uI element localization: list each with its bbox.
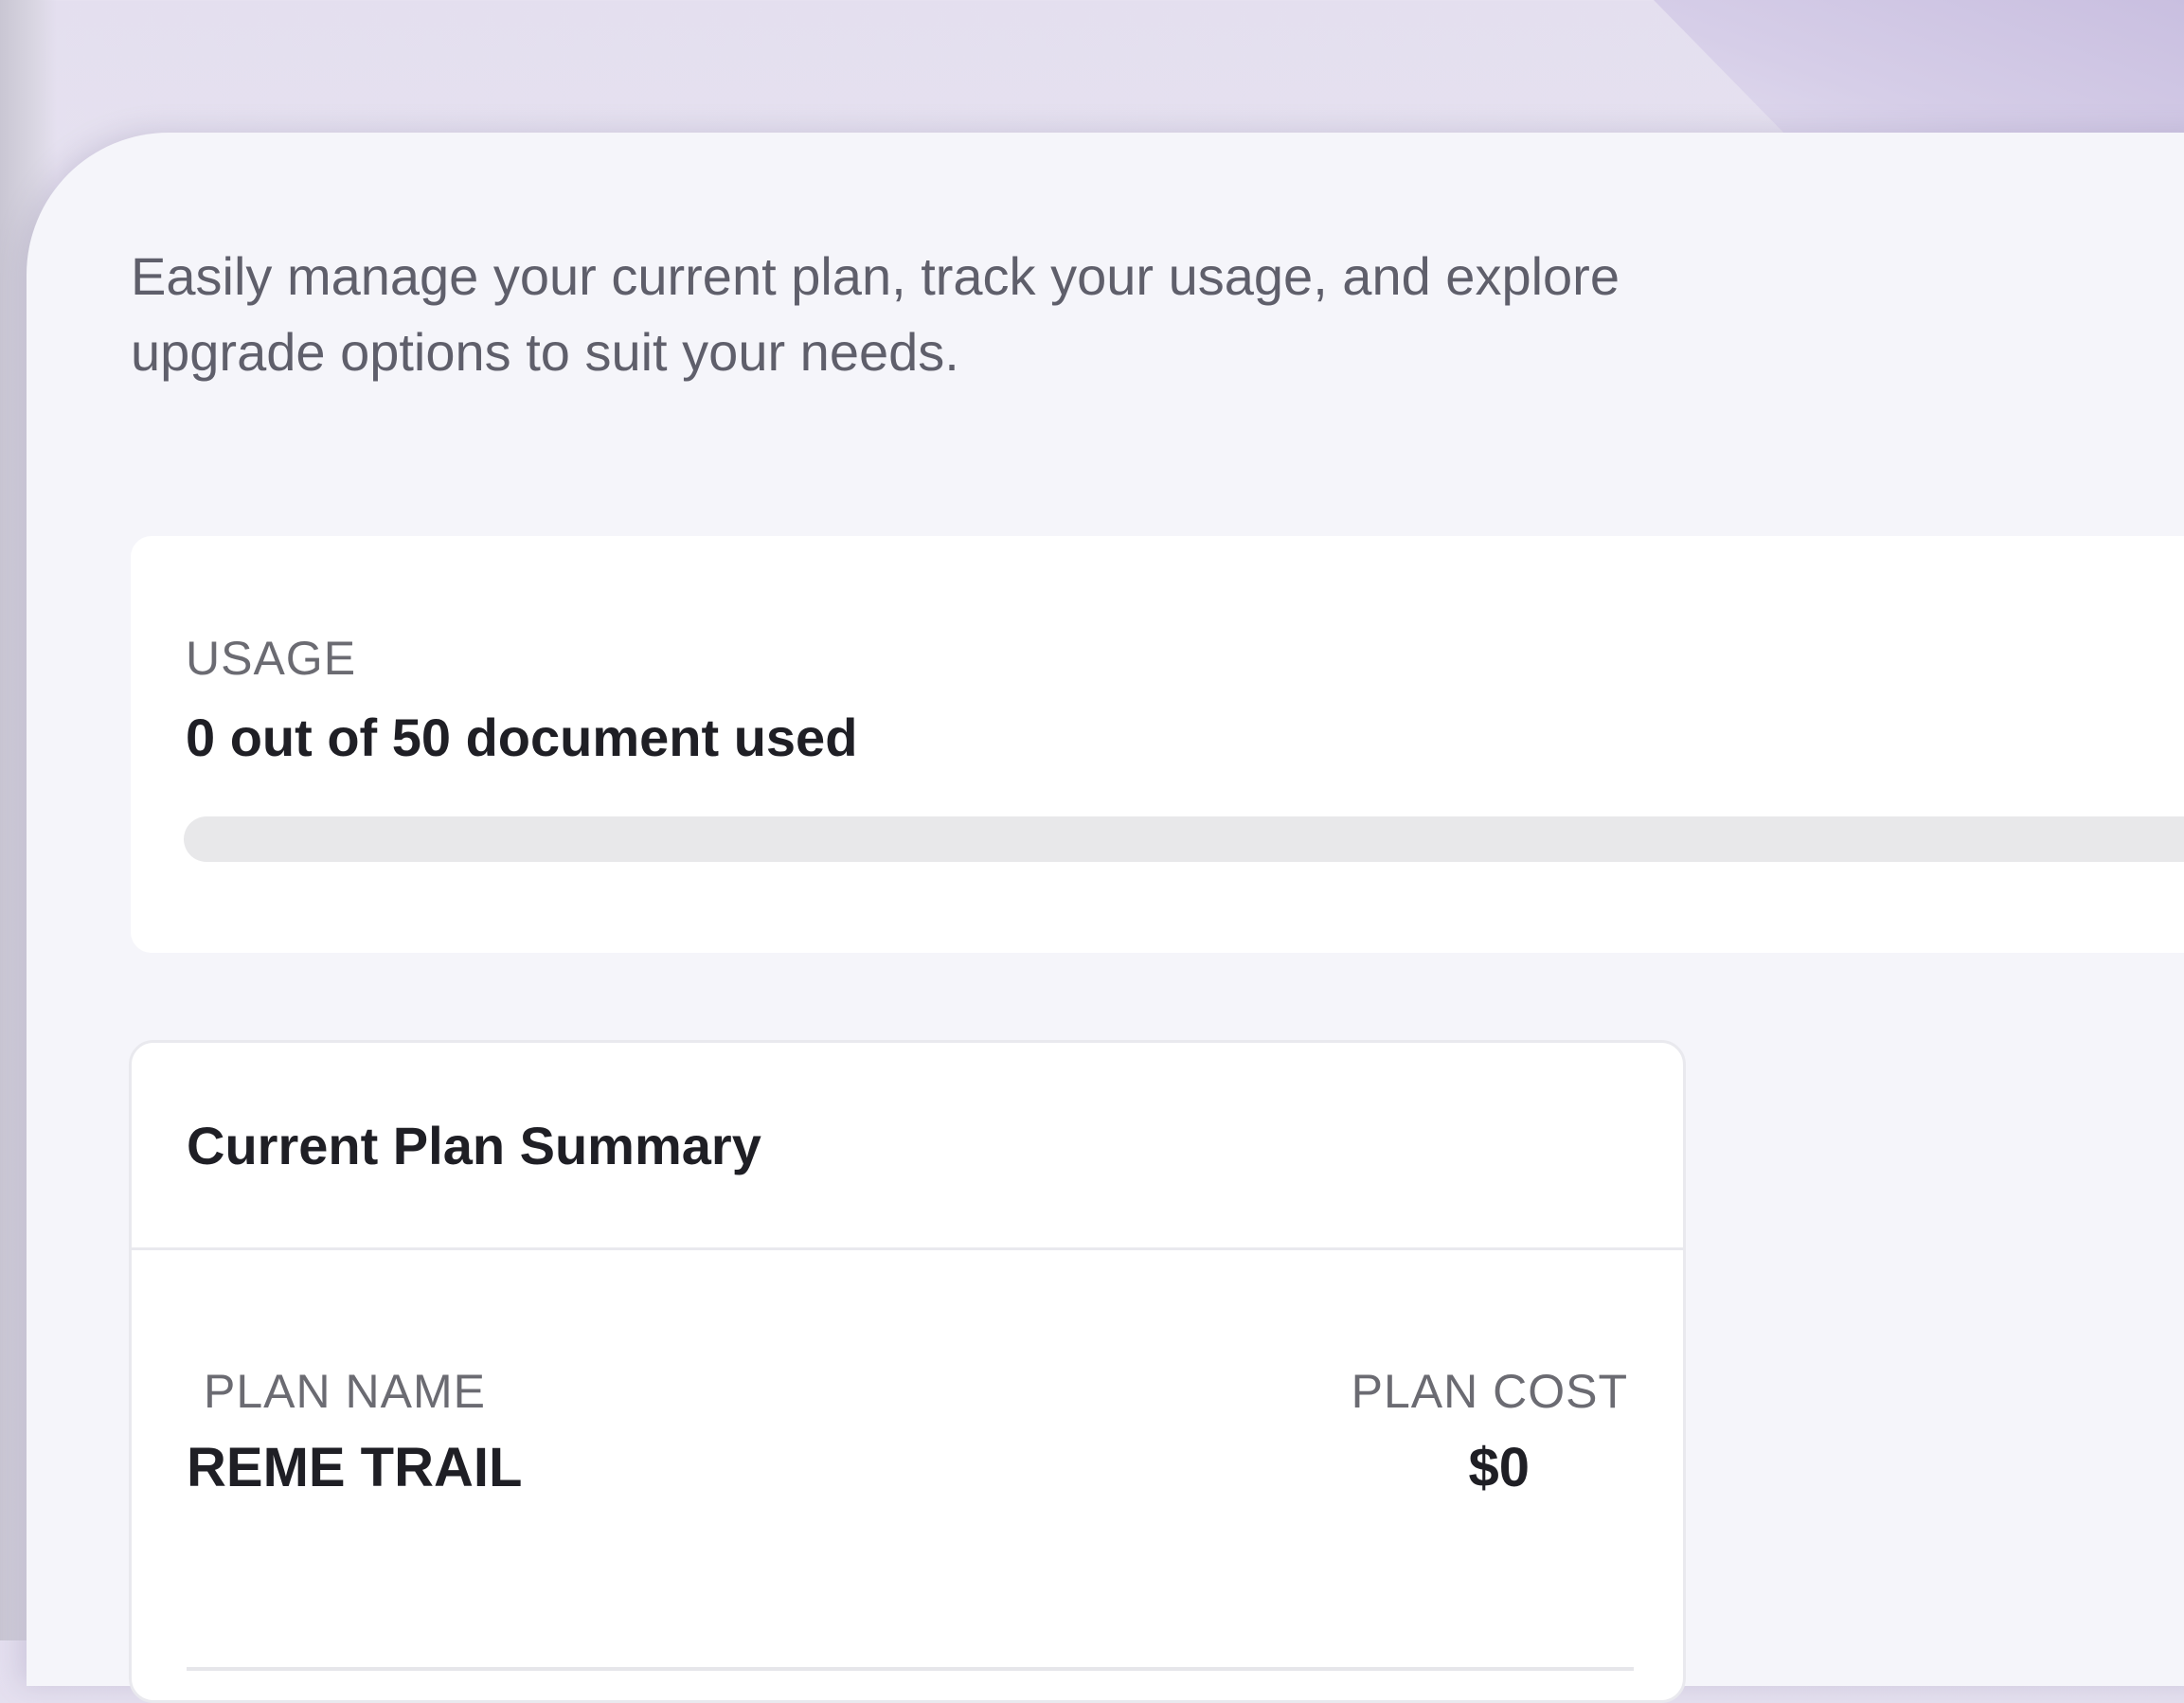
usage-progress-bar bbox=[184, 816, 2184, 862]
usage-summary: 0 out of 50 document used bbox=[186, 708, 858, 767]
page-description: Easily manage your current plan, track y… bbox=[131, 246, 1620, 382]
plan-cost-value: $0 bbox=[1468, 1437, 1530, 1498]
plan-divider bbox=[187, 1667, 1634, 1671]
current-plan-card: Current Plan Summary PLAN NAME REME TRAI… bbox=[129, 1040, 1686, 1703]
plan-cost-label: PLAN COST bbox=[1351, 1365, 1628, 1418]
plan-card-header: Current Plan Summary bbox=[132, 1043, 1683, 1250]
plan-name-label: PLAN NAME bbox=[204, 1365, 486, 1418]
background-decoration bbox=[1654, 0, 2184, 152]
plan-card-title: Current Plan Summary bbox=[187, 1116, 761, 1175]
usage-card: USAGE 0 out of 50 document used bbox=[131, 536, 2184, 953]
plan-name-value: REME TRAIL bbox=[187, 1437, 523, 1498]
usage-label: USAGE bbox=[186, 632, 357, 685]
